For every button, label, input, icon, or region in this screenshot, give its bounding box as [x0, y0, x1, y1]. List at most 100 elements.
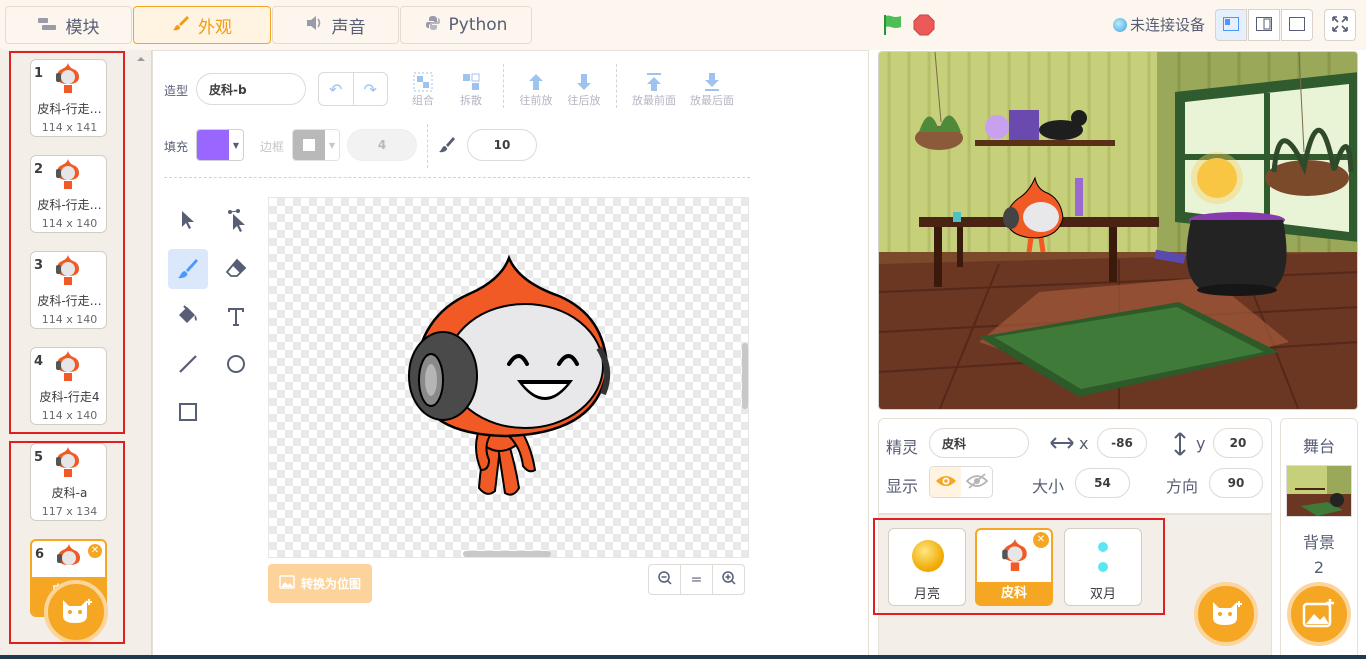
- size-label: 大小: [1032, 477, 1065, 496]
- group-icon: [397, 66, 449, 92]
- forward-button[interactable]: 往前放: [510, 66, 562, 108]
- tab-label: 声音: [331, 17, 366, 38]
- fill-color-swatch: [197, 130, 229, 160]
- costume-name-input[interactable]: 皮科-b: [196, 73, 306, 105]
- outline-color-picker[interactable]: ▼: [292, 129, 340, 161]
- stage-scene: [879, 52, 1357, 409]
- rectangle-tool[interactable]: [168, 393, 208, 433]
- toolbar-separator: [427, 124, 428, 168]
- tab-python[interactable]: Python: [400, 6, 532, 44]
- costume-number: 5: [34, 450, 44, 465]
- sprite-card-pico[interactable]: ✕ 皮科: [975, 528, 1053, 606]
- tab-sounds[interactable]: 声音: [272, 6, 399, 44]
- costume-number: 3: [34, 258, 44, 273]
- eraser-tool[interactable]: [216, 249, 256, 289]
- zoom-in-button[interactable]: [712, 565, 744, 594]
- canvas-vertical-scrollbar[interactable]: [742, 343, 748, 409]
- fill-tool[interactable]: [168, 297, 208, 337]
- backward-button[interactable]: 往后放: [558, 66, 610, 108]
- tool-label: 往前放: [519, 94, 553, 107]
- show-label: 显示: [886, 477, 919, 496]
- size-input[interactable]: 54: [1075, 468, 1130, 498]
- green-flag-icon[interactable]: [882, 14, 904, 36]
- costume-name: 皮科-a: [51, 486, 88, 500]
- ungroup-icon: [445, 66, 497, 92]
- group-button[interactable]: 组合: [397, 66, 449, 108]
- costume-size: 114 x 140: [41, 313, 98, 326]
- text-icon: [226, 306, 246, 329]
- layout-normal-icon: [1256, 16, 1272, 34]
- speaker-icon: [306, 15, 324, 35]
- line-tool[interactable]: [168, 345, 208, 385]
- stage-preview[interactable]: [878, 51, 1358, 410]
- undo-redo-group: ↶ ↷: [318, 72, 388, 106]
- costume-size: 114 x 140: [41, 217, 98, 230]
- costume-list-scrollbar[interactable]: [134, 52, 148, 652]
- select-tool[interactable]: [168, 201, 208, 241]
- add-costume-button[interactable]: [44, 580, 108, 644]
- costume-item-4[interactable]: 4 皮科-行走4 114 x 140: [30, 347, 107, 425]
- moon-thumbnail: [912, 540, 944, 572]
- front-button[interactable]: 放最前面: [628, 66, 680, 108]
- costume-number: 2: [34, 162, 44, 177]
- caret-down-icon: ▼: [229, 130, 243, 160]
- fill-color-picker[interactable]: ▼: [196, 129, 244, 161]
- eye-icon: [935, 474, 957, 491]
- redo-icon: ↷: [363, 79, 377, 99]
- sprite-name: 月亮: [913, 587, 940, 602]
- sprite-card-moon[interactable]: 月亮: [888, 528, 966, 606]
- costume-item-2[interactable]: 2 皮科-行走… 114 x 140: [30, 155, 107, 233]
- convert-to-bitmap-button[interactable]: 转换为位图: [268, 564, 372, 603]
- large-stage-mode-button[interactable]: [1281, 9, 1313, 41]
- add-sprite-button[interactable]: [1194, 582, 1258, 646]
- ungroup-button[interactable]: 拆散: [445, 66, 497, 108]
- delete-costume-icon[interactable]: ✕: [88, 544, 102, 558]
- add-backdrop-button[interactable]: [1287, 582, 1351, 646]
- x-input[interactable]: -86: [1097, 428, 1147, 458]
- sprite-card-double-moon[interactable]: 双月: [1064, 528, 1142, 606]
- line-icon: [178, 354, 198, 377]
- undo-button[interactable]: ↶: [319, 73, 353, 105]
- brush-icon: [172, 14, 190, 36]
- zoom-out-button[interactable]: [649, 565, 680, 594]
- costume-thumbnail: [56, 351, 79, 381]
- brush-tool[interactable]: [168, 249, 208, 289]
- text-tool[interactable]: [216, 297, 256, 337]
- forward-icon: [510, 66, 562, 92]
- zoom-reset-button[interactable]: =: [680, 565, 712, 594]
- brush-size-icon: [438, 136, 456, 157]
- circle-tool[interactable]: [216, 345, 256, 385]
- reshape-tool[interactable]: [216, 201, 256, 241]
- normal-stage-mode-button[interactable]: [1248, 9, 1280, 41]
- hide-sprite-button[interactable]: [961, 467, 992, 497]
- delete-sprite-icon[interactable]: ✕: [1033, 532, 1049, 548]
- tab-label: 模块: [65, 17, 100, 38]
- small-stage-mode-button[interactable]: [1215, 9, 1247, 41]
- costume-item-3[interactable]: 3 皮科-行走… 114 x 140: [30, 251, 107, 329]
- stage-title: 舞台: [1302, 437, 1335, 456]
- back-button[interactable]: 放最后面: [686, 66, 738, 108]
- zoom-in-icon: [721, 570, 736, 589]
- device-connection[interactable]: 未连接设备: [1113, 14, 1205, 35]
- brush-size-input[interactable]: 10: [467, 129, 537, 161]
- direction-input[interactable]: 90: [1209, 468, 1263, 498]
- costume-thumbnail: [56, 159, 79, 189]
- costume-item-5[interactable]: 5 皮科-a 117 x 134: [30, 443, 107, 521]
- tab-blocks[interactable]: 模块: [5, 6, 132, 44]
- redo-button[interactable]: ↷: [352, 73, 388, 105]
- stop-icon[interactable]: [913, 14, 935, 36]
- sprite-name-input[interactable]: 皮科: [929, 428, 1029, 458]
- tab-looks[interactable]: 外观: [133, 6, 271, 44]
- costume-item-1[interactable]: 1 皮科-行走… 114 x 141: [30, 59, 107, 137]
- tab-label: Python: [448, 15, 508, 35]
- sprite-name: 双月: [1089, 587, 1116, 602]
- show-sprite-button[interactable]: [930, 467, 961, 497]
- eraser-icon: [225, 258, 247, 281]
- editor-toolbar-separator: [164, 177, 750, 178]
- outline-width-input[interactable]: 4: [347, 129, 417, 161]
- canvas-horizontal-scrollbar[interactable]: [463, 551, 551, 557]
- paint-canvas[interactable]: [268, 197, 749, 558]
- outline-color-swatch: [293, 130, 325, 160]
- y-input[interactable]: 20: [1213, 428, 1263, 458]
- fullscreen-button[interactable]: [1324, 9, 1356, 41]
